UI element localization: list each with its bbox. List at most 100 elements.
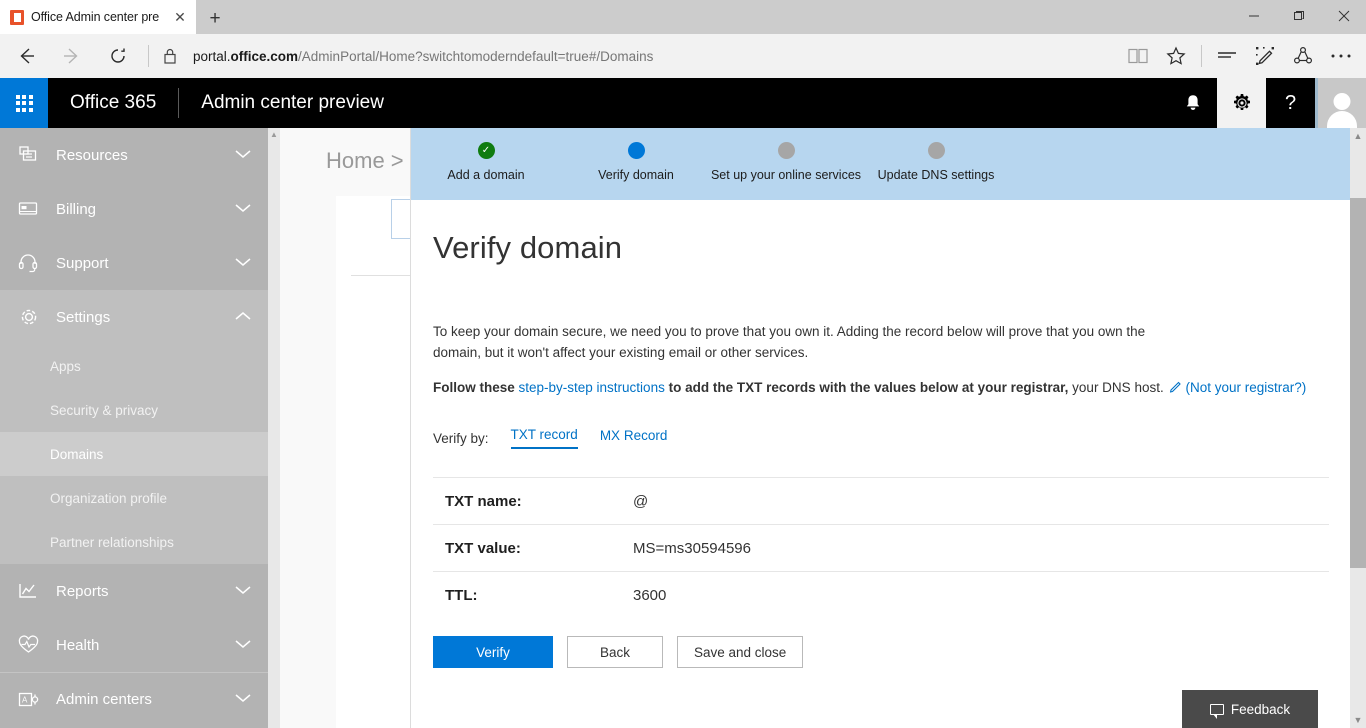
sidebar-item-domains[interactable]: Domains (0, 432, 268, 476)
toolbar-divider (148, 45, 149, 67)
tab-txt-record[interactable]: TXT record (511, 427, 578, 449)
sidebar-subitem-label: Apps (50, 359, 81, 374)
scroll-down-arrow-icon[interactable]: ▼ (1350, 712, 1366, 728)
maximize-icon[interactable] (1276, 0, 1321, 32)
sidebar-scrollbar[interactable]: ▲ (268, 128, 280, 728)
svg-text:A: A (22, 695, 28, 704)
sidebar-item-organization-profile[interactable]: Organization profile (0, 476, 268, 520)
url-prefix: portal. (193, 49, 231, 64)
sidebar-item-apps[interactable]: Apps (0, 344, 268, 388)
chevron-down-icon (234, 637, 252, 654)
more-icon[interactable] (1322, 36, 1360, 76)
tab-close-icon[interactable]: ✕ (172, 9, 188, 25)
chevron-down-icon (234, 691, 252, 708)
sidebar-item-reports[interactable]: Reports (0, 564, 268, 618)
window-controls (1231, 0, 1366, 32)
office-header: Office 365 Admin center preview ? (0, 78, 1366, 128)
feedback-label: Feedback (1231, 702, 1290, 717)
instructions-lead: Follow these (433, 380, 519, 395)
resources-icon (18, 145, 56, 165)
not-your-registrar-link[interactable]: (Not your registrar?) (1185, 380, 1306, 395)
feedback-button[interactable]: Feedback (1182, 690, 1318, 728)
sidebar-subitem-label: Partner relationships (50, 535, 174, 550)
step-by-step-instructions-link[interactable]: step-by-step instructions (519, 380, 665, 395)
hub-icon[interactable] (1208, 36, 1246, 76)
sidebar-item-label: Admin centers (56, 691, 234, 708)
page-scrollbar[interactable]: ▲ ▼ (1350, 128, 1366, 728)
refresh-icon[interactable] (98, 36, 138, 76)
sidebar-item-billing[interactable]: Billing (0, 182, 268, 236)
instructions-dns-host: your DNS host. (1068, 380, 1163, 395)
favorites-star-icon[interactable] (1157, 36, 1195, 76)
verify-button[interactable]: Verify (433, 636, 553, 668)
sidebar-subitem-label: Domains (50, 447, 103, 462)
chevron-down-icon (234, 255, 252, 272)
back-arrow-icon[interactable] (6, 36, 46, 76)
browser-tab[interactable]: Office Admin center pre ✕ (0, 0, 196, 34)
address-bar[interactable]: portal.office.com/AdminPortal/Home?switc… (183, 36, 1119, 76)
edit-pencil-icon[interactable] (1169, 376, 1183, 402)
wizard-step-set-up-online-services[interactable]: Set up your online services (711, 142, 861, 182)
wizard-step-add-a-domain[interactable]: ✓ Add a domain (411, 142, 561, 182)
health-heart-icon (18, 635, 56, 655)
close-icon[interactable] (1321, 0, 1366, 32)
settings-icon[interactable] (1217, 78, 1266, 128)
forward-arrow-icon[interactable] (52, 36, 92, 76)
avatar[interactable] (1315, 78, 1366, 128)
sidebar-item-support[interactable]: Support (0, 236, 268, 290)
record-value: 3600 (633, 587, 666, 604)
tab-mx-record[interactable]: MX Record (600, 428, 668, 448)
billing-card-icon (18, 200, 56, 218)
url-path: /AdminPortal/Home?switchtomoderndefault=… (298, 49, 653, 64)
reports-chart-icon (18, 581, 56, 601)
browser-toolbar: portal.office.com/AdminPortal/Home?switc… (0, 34, 1366, 78)
table-row: TXT name: @ (433, 478, 1329, 525)
scrollbar-thumb[interactable] (1350, 198, 1366, 568)
table-row: TXT value: MS=ms30594596 (433, 525, 1329, 572)
sidebar-item-admin-centers[interactable]: A Admin centers (0, 672, 268, 726)
step-current-icon (628, 142, 645, 159)
record-label: TXT name: (433, 493, 633, 510)
wizard-step-verify-domain[interactable]: Verify domain (561, 142, 711, 182)
verify-by-row: Verify by: TXT record MX Record (433, 427, 1350, 449)
sidebar-item-label: Support (56, 255, 234, 272)
help-button[interactable]: ? (1266, 78, 1315, 128)
scroll-up-arrow-icon[interactable]: ▲ (1350, 128, 1366, 144)
notifications-icon[interactable] (1168, 78, 1217, 128)
verify-by-label: Verify by: (433, 431, 489, 446)
sidebar-item-partner-relationships[interactable]: Partner relationships (0, 520, 268, 564)
panel-actions: Verify Back Save and close (433, 636, 1350, 668)
toolbar-divider-2 (1201, 45, 1202, 67)
minimize-icon[interactable] (1231, 0, 1276, 32)
chevron-down-icon (234, 201, 252, 218)
scroll-up-arrow-icon[interactable]: ▲ (268, 128, 280, 140)
save-and-close-button[interactable]: Save and close (677, 636, 803, 668)
sidebar-item-health[interactable]: Health (0, 618, 268, 672)
breadcrumb: Home > I (326, 148, 416, 174)
share-icon[interactable] (1284, 36, 1322, 76)
back-button[interactable]: Back (567, 636, 663, 668)
sidebar-item-security-privacy[interactable]: Security & privacy (0, 388, 268, 432)
url-host: office.com (231, 49, 299, 64)
wizard-step-update-dns-settings[interactable]: Update DNS settings (861, 142, 1011, 182)
sidebar-subitem-label: Organization profile (50, 491, 167, 506)
tab-title: Office Admin center pre (31, 10, 165, 24)
sidebar-item-label: Resources (56, 147, 234, 164)
brand-office365[interactable]: Office 365 (48, 78, 178, 128)
sidebar-item-settings[interactable]: Settings (0, 290, 268, 344)
record-value: @ (633, 493, 648, 510)
chevron-down-icon (234, 583, 252, 600)
header-spacer (406, 78, 1168, 128)
reading-view-icon[interactable] (1119, 36, 1157, 76)
panel-title: Verify domain (433, 230, 1350, 266)
dns-record-table: TXT name: @ TXT value: MS=ms30594596 TTL… (433, 477, 1329, 619)
check-icon: ✓ (482, 146, 490, 156)
app-launcher-icon[interactable] (0, 78, 48, 128)
verify-domain-panel: ✓ Add a domain Verify domain Set up your… (410, 128, 1350, 728)
new-tab-button[interactable]: + (196, 4, 234, 34)
wizard-step-label: Verify domain (598, 168, 674, 182)
web-note-icon[interactable] (1246, 36, 1284, 76)
sidebar-item-label: Settings (56, 309, 234, 326)
sidebar-item-resources[interactable]: Resources (0, 128, 268, 182)
record-label: TTL: (433, 587, 633, 604)
